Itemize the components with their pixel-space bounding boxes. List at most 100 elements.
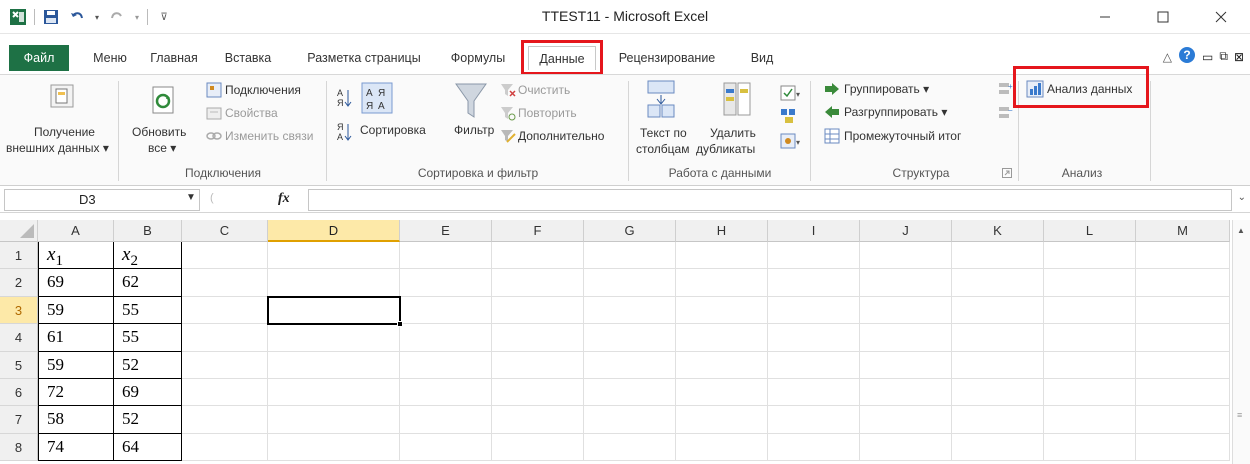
cell-g7[interactable] [584, 406, 676, 434]
cell-c6[interactable] [182, 379, 268, 407]
row-header-4[interactable]: 4 [0, 324, 38, 352]
insert-function-icon[interactable]: fx [278, 191, 290, 207]
cell-m1[interactable] [1136, 242, 1230, 270]
refresh-all-label-1[interactable]: Обновить [132, 125, 186, 139]
cell-h6[interactable] [676, 379, 768, 407]
tab-page-layout[interactable]: Разметка страницы [296, 46, 432, 70]
cell-a8[interactable]: 74 [38, 433, 114, 462]
cell-k6[interactable] [952, 379, 1044, 407]
cell-c7[interactable] [182, 406, 268, 434]
remove-duplicates-icon[interactable] [722, 79, 752, 122]
column-header-b[interactable]: B [114, 220, 182, 242]
remove-duplicates-label-1[interactable]: Удалить [710, 126, 756, 140]
reapply-button[interactable]: Повторить [518, 106, 577, 120]
workbook-restore-icon[interactable]: ⧉ [1219, 49, 1228, 64]
filter-icon[interactable] [454, 81, 488, 124]
cell-d4[interactable] [268, 324, 400, 352]
cell-h8[interactable] [676, 433, 768, 462]
tab-home[interactable]: Главная [144, 46, 204, 70]
row-header-7[interactable]: 7 [0, 406, 38, 434]
refresh-all-icon[interactable] [150, 85, 176, 118]
cell-k1[interactable] [952, 242, 1044, 270]
tab-menu[interactable]: Меню [88, 46, 132, 70]
name-box[interactable]: D3 [4, 189, 200, 211]
connections-button[interactable]: Подключения [225, 83, 301, 97]
cell-f4[interactable] [492, 324, 584, 352]
cell-e3[interactable] [400, 296, 492, 325]
cell-f7[interactable] [492, 406, 584, 434]
cell-e2[interactable] [400, 269, 492, 297]
cell-k2[interactable] [952, 269, 1044, 297]
cell-j8[interactable] [860, 433, 952, 462]
column-header-e[interactable]: E [400, 220, 492, 242]
cell-m8[interactable] [1136, 433, 1230, 462]
row-header-1[interactable]: 1 [0, 242, 38, 270]
consolidate-icon[interactable] [780, 108, 796, 127]
cell-h5[interactable] [676, 351, 768, 379]
edit-links-button[interactable]: Изменить связи [225, 129, 313, 143]
row-header-5[interactable]: 5 [0, 351, 38, 379]
row-header-2[interactable]: 2 [0, 269, 38, 297]
cell-d2[interactable] [268, 269, 400, 297]
cell-m4[interactable] [1136, 324, 1230, 352]
column-header-m[interactable]: M [1136, 220, 1230, 242]
cell-a3[interactable]: 59 [38, 296, 114, 325]
cell-i6[interactable] [768, 379, 860, 407]
cell-h3[interactable] [676, 296, 768, 325]
cell-b6[interactable]: 69 [114, 379, 182, 407]
cell-e6[interactable] [400, 379, 492, 407]
cell-i5[interactable] [768, 351, 860, 379]
cell-i3[interactable] [768, 296, 860, 325]
tab-formulas[interactable]: Формулы [444, 46, 512, 70]
sort-za-icon[interactable]: ЯA [336, 121, 352, 146]
column-header-k[interactable]: K [952, 220, 1044, 242]
column-header-c[interactable]: C [182, 220, 268, 242]
tab-review[interactable]: Рецензирование [606, 46, 728, 70]
fill-handle[interactable] [397, 321, 403, 328]
cell-i2[interactable] [768, 269, 860, 297]
cell-b2[interactable]: 62 [114, 269, 182, 297]
cell-l3[interactable] [1044, 296, 1136, 325]
cell-e4[interactable] [400, 324, 492, 352]
formula-input[interactable] [308, 189, 1232, 211]
cell-e5[interactable] [400, 351, 492, 379]
subtotal-button[interactable]: Промежуточный итог [844, 129, 961, 143]
cell-i8[interactable] [768, 433, 860, 462]
cell-b1[interactable]: x2 [114, 242, 182, 270]
cell-e8[interactable] [400, 433, 492, 462]
cell-f6[interactable] [492, 379, 584, 407]
properties-button[interactable]: Свойства [225, 106, 278, 120]
cell-b5[interactable]: 52 [114, 351, 182, 379]
cell-a1[interactable]: x1 [38, 242, 114, 270]
minimize-icon[interactable] [1076, 0, 1134, 34]
cell-a2[interactable]: 69 [38, 269, 114, 297]
cell-k5[interactable] [952, 351, 1044, 379]
cell-m3[interactable] [1136, 296, 1230, 325]
group-button[interactable]: Группировать ▾ [844, 82, 929, 96]
cell-f2[interactable] [492, 269, 584, 297]
scroll-up-icon[interactable]: ▲ [1237, 226, 1245, 235]
tab-file[interactable]: Файл [9, 45, 69, 71]
text-to-columns-label-2[interactable]: столбцам [636, 142, 689, 156]
outline-dialog-launcher-icon[interactable] [1002, 167, 1012, 181]
cell-a7[interactable]: 58 [38, 406, 114, 434]
advanced-button[interactable]: Дополнительно [518, 129, 604, 143]
cell-f8[interactable] [492, 433, 584, 462]
cell-c3[interactable] [182, 296, 268, 325]
get-external-data-icon[interactable] [49, 83, 75, 112]
get-external-data-label-1[interactable]: Получение [34, 125, 95, 139]
column-header-j[interactable]: J [860, 220, 952, 242]
filter-button[interactable]: Фильтр [454, 123, 494, 137]
cell-a6[interactable]: 72 [38, 379, 114, 407]
cell-m2[interactable] [1136, 269, 1230, 297]
cell-d1[interactable] [268, 242, 400, 270]
help-icon[interactable]: ? [1178, 46, 1196, 67]
cell-d7[interactable] [268, 406, 400, 434]
workbook-close-icon[interactable]: ⊠ [1234, 50, 1244, 64]
cell-f1[interactable] [492, 242, 584, 270]
cell-e1[interactable] [400, 242, 492, 270]
column-header-h[interactable]: H [676, 220, 768, 242]
scroll-split-icon[interactable]: ≡ [1237, 410, 1242, 420]
cell-h2[interactable] [676, 269, 768, 297]
column-header-l[interactable]: L [1044, 220, 1136, 242]
